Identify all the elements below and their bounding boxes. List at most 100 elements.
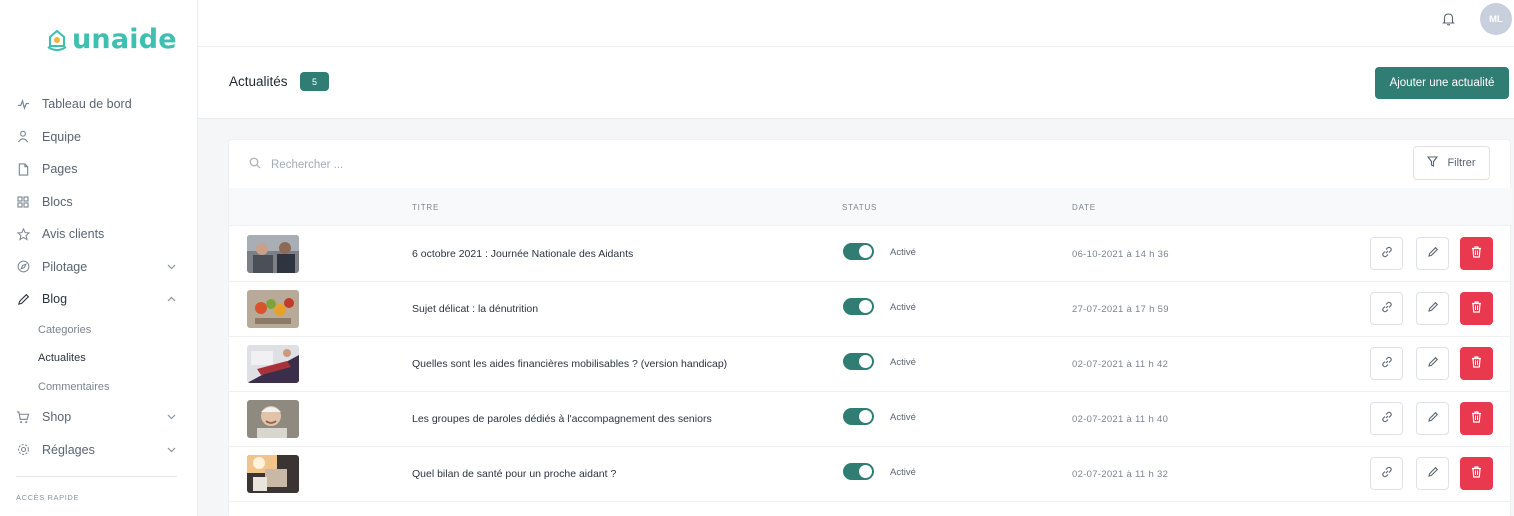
status-label: Activé (890, 247, 916, 258)
avatar[interactable]: ML (1480, 3, 1512, 35)
row-title: Les groupes de paroles dédiés à l'accomp… (412, 413, 712, 425)
copy-link-button[interactable] (1370, 457, 1403, 490)
link-icon (1381, 465, 1393, 483)
sidebar-item-pages[interactable]: Pages (0, 153, 198, 186)
sidebar-item-reviews[interactable]: Avis clients (0, 218, 198, 251)
status-toggle[interactable] (843, 353, 874, 370)
filter-button[interactable]: Filtrer (1413, 146, 1490, 180)
sidebar-item-label: Pilotage (42, 259, 88, 274)
sidebar-item-dashboard[interactable]: Tableau de bord (0, 88, 198, 121)
sidebar-item-settings[interactable]: Réglages (0, 434, 198, 467)
star-icon (16, 227, 30, 241)
copy-link-button[interactable] (1370, 237, 1403, 270)
bell-icon[interactable] (1442, 12, 1456, 26)
sidebar-item-label: Pages (42, 162, 78, 177)
column-header-date[interactable]: DATE (1072, 203, 1096, 212)
search-bar (249, 156, 571, 174)
sidebar-item-label: Blocs (42, 194, 73, 209)
gear-icon (16, 443, 30, 457)
pencil-icon (1427, 300, 1439, 318)
article-thumbnail (247, 235, 299, 273)
trash-icon (1471, 355, 1482, 373)
row-title: Quelles sont les aides financières mobil… (412, 358, 728, 370)
topbar: ML (198, 0, 1514, 47)
sidebar-item-team[interactable]: Equipe (0, 121, 198, 154)
sidebar-item-label: Blog (42, 292, 68, 307)
copy-link-button[interactable] (1370, 292, 1403, 325)
column-header-title[interactable]: TITRE (412, 203, 439, 212)
edit-button[interactable] (1416, 347, 1449, 380)
edit-button[interactable] (1416, 457, 1449, 490)
activity-icon (16, 97, 30, 111)
status-toggle[interactable] (843, 243, 874, 260)
chevron-down-icon (167, 445, 176, 455)
row-date: 02-07-2021 à 11 h 42 (1072, 359, 1169, 370)
delete-button[interactable] (1460, 457, 1493, 490)
pencil-icon (1427, 410, 1439, 428)
table-row: Quel bilan de santé pour un proche aidan… (229, 447, 1512, 502)
logo-icon (47, 29, 67, 51)
row-title: Quel bilan de santé pour un proche aidan… (412, 468, 617, 480)
news-table-card: Filtrer TITRE STATUS DATE 6 octobre 2021… (228, 139, 1512, 516)
table-row: Les groupes de paroles dédiés à l'accomp… (229, 392, 1512, 447)
add-news-button[interactable]: Ajouter une actualité (1375, 67, 1509, 99)
sidebar-divider (16, 476, 177, 477)
trash-icon (1471, 410, 1482, 428)
sidebar-subitem-comments[interactable]: Commentaires (0, 373, 198, 402)
filter-label: Filtrer (1447, 157, 1476, 169)
grid-icon (16, 195, 30, 209)
user-icon (16, 130, 30, 144)
link-icon (1381, 245, 1393, 263)
compass-icon (16, 260, 30, 274)
delete-button[interactable] (1460, 347, 1493, 380)
link-icon (1381, 355, 1393, 373)
row-date: 06-10-2021 à 14 h 36 (1072, 249, 1169, 260)
row-date: 02-07-2021 à 11 h 40 (1072, 414, 1169, 425)
table-header: TITRE STATUS DATE (229, 188, 1512, 226)
copy-link-button[interactable] (1370, 402, 1403, 435)
edit-button[interactable] (1416, 402, 1449, 435)
delete-button[interactable] (1460, 237, 1493, 270)
status-toggle[interactable] (843, 298, 874, 315)
delete-button[interactable] (1460, 402, 1493, 435)
trash-icon (1471, 465, 1482, 483)
copy-link-button[interactable] (1370, 347, 1403, 380)
table-row: 6 octobre 2021 : Journée Nationale des A… (229, 227, 1512, 282)
sidebar-item-label: Avis clients (42, 227, 105, 242)
table-row: Quelles sont les aides financières mobil… (229, 337, 1512, 392)
sidebar-item-blocks[interactable]: Blocs (0, 186, 198, 219)
chevron-down-icon (167, 412, 176, 422)
trash-icon (1471, 245, 1482, 263)
sidebar-item-label: Réglages (42, 442, 95, 457)
column-header-status[interactable]: STATUS (842, 203, 877, 212)
edit-button[interactable] (1416, 237, 1449, 270)
edit-button[interactable] (1416, 292, 1449, 325)
pencil-icon (1427, 355, 1439, 373)
sidebar-subitem-categories[interactable]: Categories (0, 316, 198, 345)
status-toggle[interactable] (843, 463, 874, 480)
chevron-down-icon (167, 262, 176, 272)
page-header: Actualités 5 Ajouter une actualité (198, 47, 1514, 119)
count-badge: 5 (300, 72, 329, 91)
trash-icon (1471, 300, 1482, 318)
sidebar-item-shop[interactable]: Shop (0, 401, 198, 434)
article-thumbnail (247, 290, 299, 328)
row-title: Sujet délicat : la dénutrition (412, 303, 539, 315)
sidebar-item-blog[interactable]: Blog (0, 283, 198, 316)
sidebar-item-label: Tableau de bord (42, 97, 132, 112)
cart-icon (16, 410, 30, 424)
delete-button[interactable] (1460, 292, 1493, 325)
article-thumbnail (247, 455, 299, 493)
pencil-icon (1427, 245, 1439, 263)
sidebar-item-label: Equipe (42, 129, 81, 144)
row-title: 6 octobre 2021 : Journée Nationale des A… (412, 248, 634, 260)
pencil-icon (1427, 465, 1439, 483)
sidebar: unaide Tableau de bord Equipe Pages Bloc… (0, 0, 198, 516)
article-thumbnail (247, 400, 299, 438)
status-toggle[interactable] (843, 408, 874, 425)
search-input[interactable] (271, 159, 571, 171)
article-thumbnail (247, 345, 299, 383)
sidebar-subitem-actualites[interactable]: Actualites (0, 344, 198, 373)
sidebar-item-pilotage[interactable]: Pilotage (0, 251, 198, 284)
brand-logo[interactable]: unaide (46, 24, 177, 55)
